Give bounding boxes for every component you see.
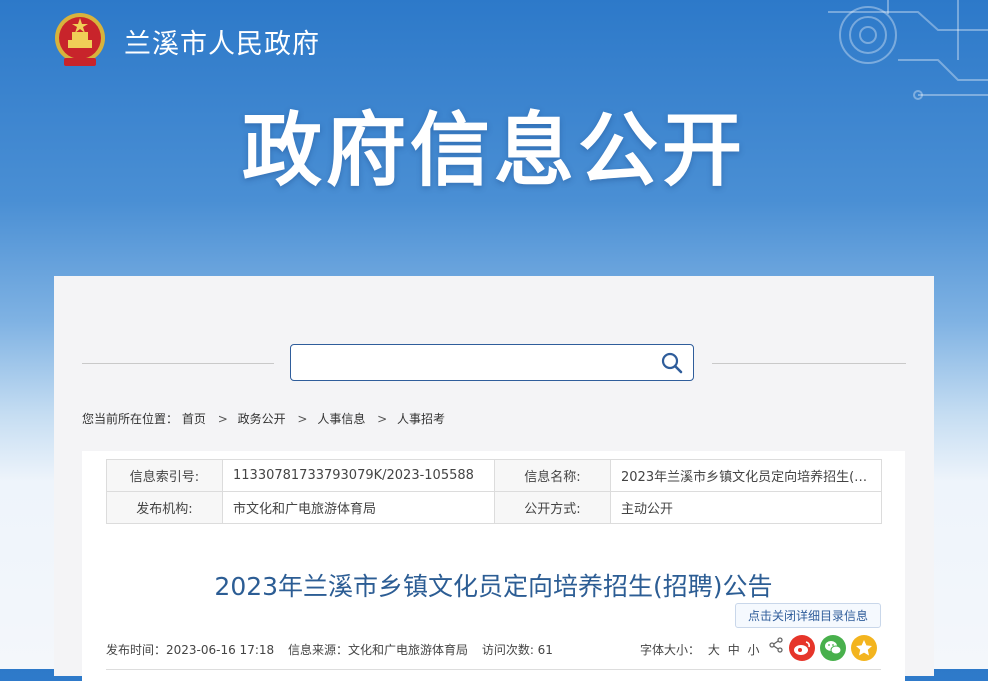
breadcrumb-recruitment[interactable]: 人事招考 bbox=[397, 412, 445, 426]
breadcrumb: 您当前所在位置： 首页 > 政务公开 > 人事信息 > 人事招考 bbox=[82, 410, 445, 427]
name-cell: 2023年兰溪市乡镇文化员定向培养招生(招... bbox=[610, 459, 882, 492]
table-row: 发布机构: 市文化和广电旅游体育局 公开方式: 主动公开 bbox=[106, 491, 882, 524]
toggle-detail-button[interactable]: 点击关闭详细目录信息 bbox=[735, 603, 881, 628]
font-large-button[interactable]: 大 bbox=[708, 643, 720, 657]
breadcrumb-government-affairs[interactable]: 政务公开 bbox=[238, 412, 286, 426]
method-value: 主动公开 bbox=[610, 491, 882, 524]
national-emblem-icon bbox=[55, 13, 105, 66]
method-label: 公开方式: bbox=[494, 491, 611, 524]
main-panel: 您当前所在位置： 首页 > 政务公开 > 人事信息 > 人事招考 信息索引号: … bbox=[54, 276, 934, 681]
search-box bbox=[290, 344, 694, 381]
weibo-share-icon[interactable] bbox=[789, 635, 815, 661]
article-content: 信息索引号: 11330781733793079K/2023-105588 信息… bbox=[82, 451, 905, 681]
visit-count: 访问次数: 61 bbox=[481, 643, 553, 657]
publish-time: 发布时间：2023-06-16 17:18 bbox=[106, 643, 275, 657]
info-source: 信息来源：文化和广电旅游体育局 bbox=[287, 643, 468, 657]
favorite-star-icon[interactable] bbox=[851, 635, 877, 661]
font-small-button[interactable]: 小 bbox=[748, 643, 760, 657]
article-meta: 发布时间：2023-06-16 17:18 信息来源：文化和广电旅游体育局 访问… bbox=[106, 641, 563, 658]
hero-title: 政府信息公开 bbox=[242, 104, 746, 197]
breadcrumb-separator: > bbox=[297, 412, 308, 426]
table-row: 信息索引号: 11330781733793079K/2023-105588 信息… bbox=[106, 459, 882, 492]
divider bbox=[106, 669, 881, 670]
org-value: 市文化和广电旅游体育局 bbox=[222, 491, 495, 524]
divider bbox=[82, 363, 274, 364]
breadcrumb-prefix: 您当前所在位置： bbox=[82, 412, 179, 426]
name-label: 信息名称: bbox=[494, 459, 611, 492]
font-size-label: 字体大小： bbox=[640, 643, 701, 657]
search-input[interactable] bbox=[299, 349, 653, 377]
article-title: 2023年兰溪市乡镇文化员定向培养招生(招聘)公告 bbox=[214, 572, 773, 601]
share-icon[interactable] bbox=[768, 637, 784, 653]
index-label: 信息索引号: bbox=[106, 459, 223, 492]
font-medium-button[interactable]: 中 bbox=[728, 643, 740, 657]
breadcrumb-separator: > bbox=[377, 412, 388, 426]
wechat-share-icon[interactable] bbox=[820, 635, 846, 661]
site-name: 兰溪市人民政府 bbox=[124, 29, 320, 60]
breadcrumb-personnel-info[interactable]: 人事信息 bbox=[317, 412, 365, 426]
divider bbox=[712, 363, 906, 364]
breadcrumb-home[interactable]: 首页 bbox=[182, 412, 206, 426]
org-label: 发布机构: bbox=[106, 491, 223, 524]
font-size-control: 字体大小： 大 中 小 bbox=[640, 641, 760, 658]
index-value: 11330781733793079K/2023-105588 bbox=[222, 459, 495, 492]
breadcrumb-separator: > bbox=[217, 412, 228, 426]
page-header: 兰溪市人民政府 政府信息公开 bbox=[0, 0, 988, 270]
search-icon[interactable] bbox=[661, 352, 683, 374]
info-table: 信息索引号: 11330781733793079K/2023-105588 信息… bbox=[106, 459, 882, 524]
name-value: 2023年兰溪市乡镇文化员定向培养招生(招... bbox=[621, 470, 871, 485]
